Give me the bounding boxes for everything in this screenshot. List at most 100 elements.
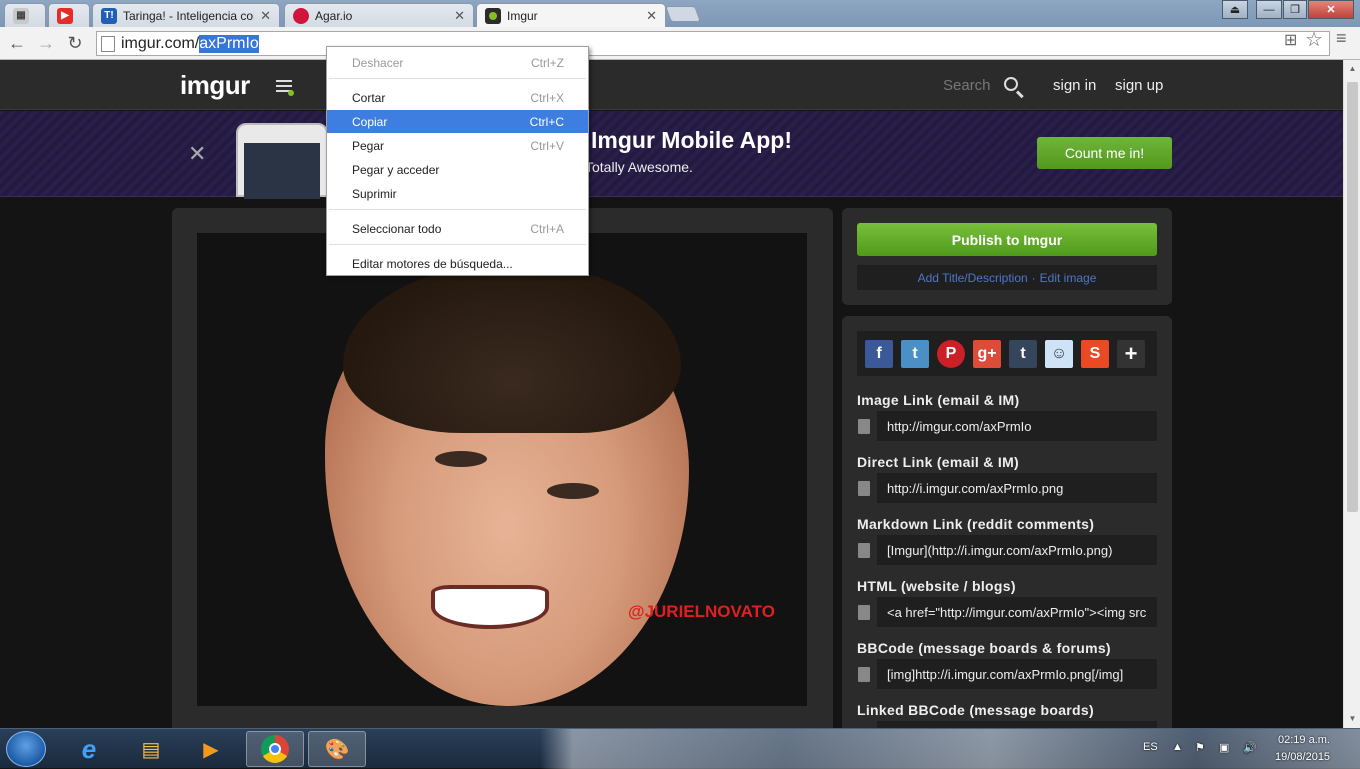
tab-title: Agar.io [315, 8, 353, 23]
action-center-icon[interactable]: ⚑ [1195, 741, 1205, 754]
image-panel: @JURIELNOVATO [172, 208, 833, 728]
menu-item-copy[interactable]: Copiar Ctrl+C [327, 110, 588, 133]
smile-shape [431, 585, 549, 629]
close-icon[interactable]: ✕ [260, 8, 271, 24]
imgur-logo[interactable]: imgur [180, 70, 250, 101]
menu-separator [329, 244, 586, 245]
copy-icon[interactable] [858, 664, 873, 682]
browser-tab-bar: ▦ ▶ T! Taringa! - Inteligencia col ✕ Aga… [0, 0, 1360, 27]
menu-item-label: Deshacer [352, 55, 404, 70]
facebook-icon[interactable]: f [865, 339, 893, 368]
menu-item-paste[interactable]: Pegar Ctrl+V [327, 134, 588, 157]
internet-explorer-icon[interactable]: e [60, 731, 118, 767]
linked-bbcode-field[interactable] [877, 721, 1157, 728]
markdown-link-field[interactable]: [Imgur](http://i.imgur.com/axPrmIo.png) [877, 535, 1157, 565]
menu-item-label: Pegar y acceder [352, 162, 440, 177]
menu-item-paste-and-go[interactable]: Pegar y acceder [327, 158, 588, 181]
menu-item-shortcut: Ctrl+C [529, 114, 564, 129]
menu-item-edit-search-engines[interactable]: Editar motores de búsqueda... [327, 252, 588, 275]
html-link-field[interactable]: <a href="http://imgur.com/axPrmIo"><img … [877, 597, 1157, 627]
clock-time[interactable]: 02:19 a.m. [1278, 734, 1330, 746]
direct-link-field[interactable]: http://i.imgur.com/axPrmIo.png [877, 473, 1157, 503]
menu-item-delete[interactable]: Suprimir [327, 182, 588, 205]
close-icon[interactable]: ✕ [454, 8, 465, 24]
copy-icon[interactable] [858, 478, 873, 496]
sign-up-link[interactable]: sign up [1115, 77, 1163, 94]
menu-item-shortcut: Ctrl+V [530, 138, 564, 153]
bookmark-star-icon[interactable]: ☆ [1305, 27, 1323, 52]
language-indicator[interactable]: ES [1143, 741, 1158, 753]
publish-button[interactable]: Publish to Imgur [857, 223, 1157, 256]
scroll-up-arrow-icon[interactable]: ▲ [1344, 64, 1360, 73]
window-close-button[interactable]: ✕ [1308, 0, 1354, 19]
add-title-link[interactable]: Add Title/Description [918, 271, 1028, 285]
uploaded-image[interactable]: @JURIELNOVATO [197, 233, 807, 706]
google-plus-icon[interactable]: g+ [973, 339, 1001, 368]
edit-image-link[interactable]: Edit image [1040, 271, 1097, 285]
tab-imgur[interactable]: Imgur ✕ [476, 3, 666, 27]
scroll-down-arrow-icon[interactable]: ▼ [1344, 714, 1360, 723]
copy-icon[interactable] [858, 540, 873, 558]
menu-item-shortcut: Ctrl+X [530, 90, 564, 105]
stumbleupon-icon[interactable]: S [1081, 339, 1109, 368]
tab-taringa[interactable]: T! Taringa! - Inteligencia col ✕ [92, 3, 280, 27]
network-icon[interactable]: ▣ [1219, 741, 1229, 754]
menu-item-label: Seleccionar todo [352, 221, 442, 236]
eye-shape [547, 483, 599, 499]
page-scrollbar[interactable]: ▲ ▼ [1343, 60, 1360, 728]
eye-shape [435, 451, 487, 467]
media-player-icon[interactable]: ▶ [182, 731, 240, 767]
page-icon [101, 35, 115, 52]
scrollbar-thumb[interactable] [1347, 82, 1358, 512]
close-icon[interactable]: ✕ [646, 8, 657, 24]
menu-item-label: Pegar [352, 138, 385, 153]
count-me-in-button[interactable]: Count me in! [1037, 137, 1172, 169]
linked-bbcode-label: Linked BBCode (message boards) [857, 702, 1094, 718]
tab-apps[interactable]: ▦ [4, 3, 46, 27]
translate-icon[interactable]: ⊞ [1284, 30, 1297, 50]
copy-icon[interactable] [858, 602, 873, 620]
reddit-icon[interactable]: ☺ [1045, 339, 1073, 368]
markdown-link-label: Markdown Link (reddit comments) [857, 516, 1095, 532]
menu-item-undo[interactable]: Deshacer Ctrl+Z [327, 51, 588, 74]
context-menu: Deshacer Ctrl+Z Cortar Ctrl+X Copiar Ctr… [326, 46, 589, 276]
hair-shape [343, 263, 681, 433]
tab-agario[interactable]: Agar.io ✕ [284, 3, 474, 27]
pinterest-icon[interactable]: P [937, 339, 965, 368]
twitter-icon[interactable]: t [901, 339, 929, 368]
tumblr-icon[interactable]: t [1009, 339, 1037, 368]
forward-arrow-icon[interactable]: → [35, 32, 57, 54]
minimize-button[interactable]: — [1256, 0, 1282, 19]
search-input[interactable]: Search [943, 77, 991, 94]
chrome-menu-icon[interactable]: ≡ [1336, 28, 1347, 49]
image-link-field[interactable]: http://imgur.com/axPrmIo [877, 411, 1157, 441]
publish-panel: Publish to Imgur Add Title/Description ·… [842, 208, 1172, 305]
bbcode-link-field[interactable]: [img]http://i.imgur.com/axPrmIo.png[/img… [877, 659, 1157, 689]
menu-item-select-all[interactable]: Seleccionar todo Ctrl+A [327, 217, 588, 240]
search-icon[interactable] [1004, 77, 1018, 91]
chrome-taskbar-icon[interactable] [246, 731, 304, 767]
maximize-button[interactable]: ❐ [1283, 0, 1307, 19]
browser-toolbar: ← → ↻ imgur.com/axPrmIo ⊞ ☆ ≡ [0, 27, 1360, 60]
close-icon[interactable]: ✕ [188, 141, 206, 167]
more-icon[interactable]: + [1117, 339, 1145, 368]
reload-icon[interactable]: ↻ [64, 32, 86, 54]
url-host: imgur.com/ [121, 34, 200, 52]
file-explorer-icon[interactable]: ▤ [122, 731, 180, 767]
imgur-icon [485, 7, 501, 24]
tab-youtube[interactable]: ▶ [48, 3, 90, 27]
new-tab-button[interactable] [665, 6, 701, 22]
address-bar[interactable]: imgur.com/axPrmIo [96, 31, 1330, 56]
paint-icon[interactable]: 🎨 [308, 731, 366, 767]
url-path-selected: axPrmIo [199, 34, 259, 53]
show-hidden-icons[interactable]: ▲ [1172, 741, 1183, 753]
back-arrow-icon[interactable]: ← [6, 32, 28, 54]
menu-item-shortcut: Ctrl+A [530, 221, 564, 236]
menu-item-cut[interactable]: Cortar Ctrl+X [327, 86, 588, 109]
sign-in-link[interactable]: sign in [1053, 77, 1096, 94]
user-icon[interactable]: ⏏ [1222, 0, 1248, 19]
start-button[interactable] [6, 731, 46, 767]
clock-date[interactable]: 19/08/2015 [1275, 751, 1330, 763]
copy-icon[interactable] [858, 416, 873, 434]
volume-icon[interactable]: 🔊 [1243, 741, 1257, 754]
